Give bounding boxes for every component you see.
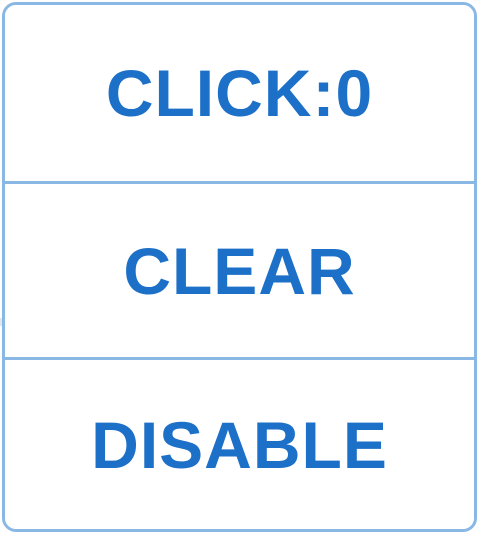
click-counter-button[interactable]: CLICK:0 [5,5,474,181]
disable-button[interactable]: DISABLE [5,357,474,529]
click-counter-label: CLICK:0 [105,56,374,130]
clear-label: CLEAR [123,233,356,308]
clear-button[interactable]: CLEAR [5,181,474,357]
edge-mark [0,318,2,326]
disable-label: DISABLE [91,407,388,482]
button-panel: CLICK:0 CLEAR DISABLE [2,2,477,532]
